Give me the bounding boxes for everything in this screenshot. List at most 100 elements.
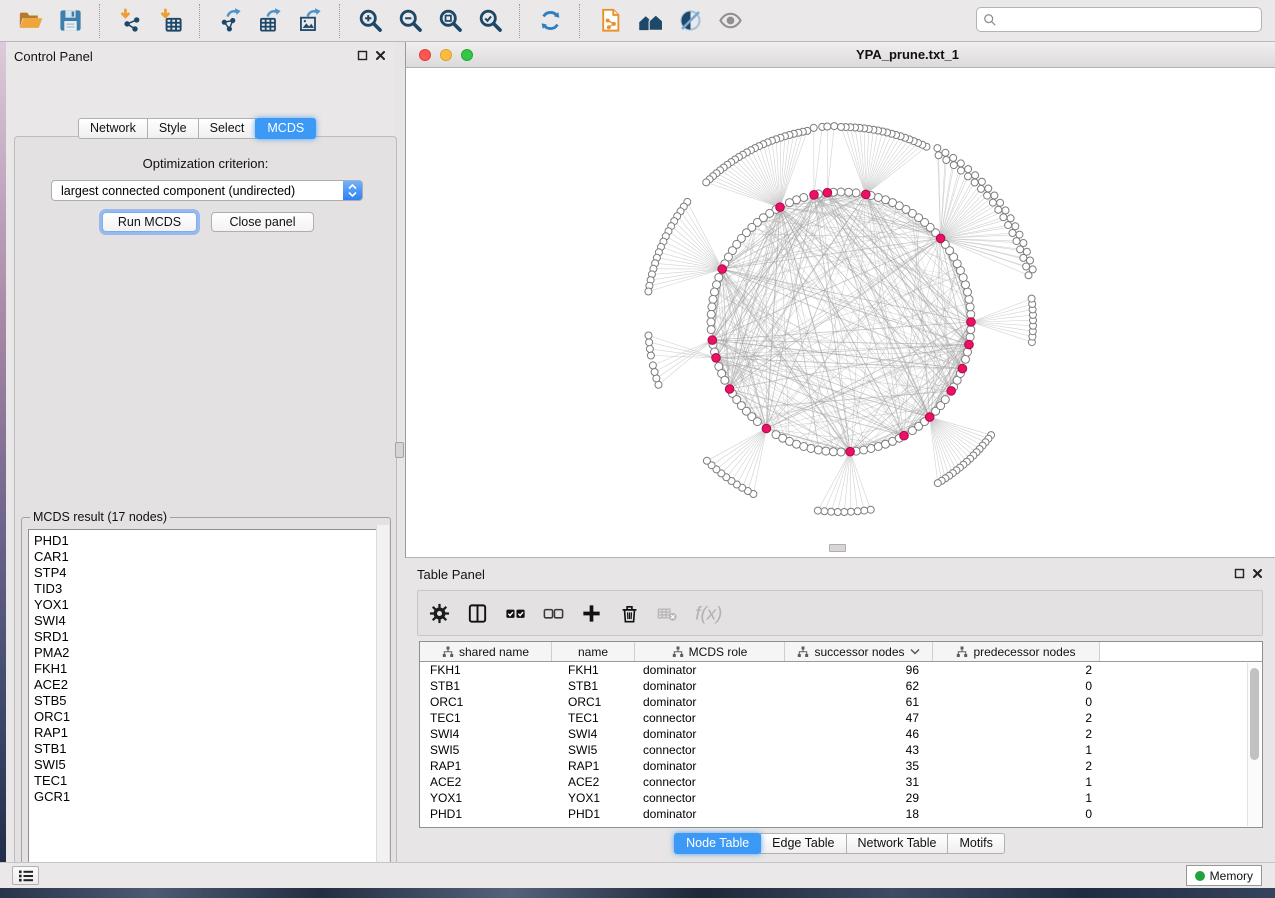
zoom-out-button[interactable] — [392, 3, 428, 39]
network-node[interactable] — [854, 508, 861, 515]
mcds-hub-node[interactable] — [762, 424, 771, 433]
column-header-name[interactable]: name — [552, 642, 635, 661]
network-node[interactable] — [1017, 246, 1024, 253]
network-node[interactable] — [713, 281, 721, 289]
search-input[interactable] — [1002, 12, 1255, 28]
vertical-splitter[interactable] — [395, 42, 405, 862]
table-row[interactable]: STB1STB1dominator620 — [420, 678, 1262, 694]
import-network-button[interactable] — [112, 3, 148, 39]
network-node[interactable] — [814, 507, 821, 514]
network-node[interactable] — [810, 124, 817, 131]
export-network-button[interactable] — [212, 3, 248, 39]
network-node[interactable] — [867, 445, 875, 453]
tab-motifs[interactable]: Motifs — [947, 833, 1004, 854]
network-node[interactable] — [962, 355, 970, 363]
mcds-hub-node[interactable] — [776, 203, 785, 212]
mcds-hub-node[interactable] — [958, 364, 967, 373]
show-details-button[interactable] — [712, 3, 748, 39]
column-header-shared-name[interactable]: shared name — [420, 642, 552, 661]
network-node[interactable] — [800, 443, 808, 451]
save-session-button[interactable] — [52, 3, 88, 39]
network-node[interactable] — [965, 295, 973, 303]
table-settings-button[interactable] — [428, 602, 451, 625]
table-row[interactable]: SWI4SWI4dominator462 — [420, 726, 1262, 742]
network-node[interactable] — [707, 326, 715, 334]
network-node[interactable] — [1000, 214, 1007, 221]
network-node[interactable] — [1007, 215, 1014, 222]
network-node[interactable] — [966, 303, 974, 311]
network-node[interactable] — [821, 508, 828, 515]
network-node[interactable] — [966, 333, 974, 341]
network-node[interactable] — [645, 332, 652, 339]
mcds-result-scrollbar[interactable] — [376, 525, 389, 880]
network-node[interactable] — [997, 199, 1004, 206]
zoom-in-button[interactable] — [352, 3, 388, 39]
network-node[interactable] — [867, 506, 874, 513]
network-node[interactable] — [852, 189, 860, 197]
mcds-result-item[interactable]: TEC1 — [34, 773, 383, 789]
mcds-hub-node[interactable] — [725, 385, 734, 394]
network-node[interactable] — [721, 376, 729, 384]
network-node[interactable] — [651, 369, 658, 376]
network-node[interactable] — [1016, 231, 1023, 238]
network-node[interactable] — [824, 123, 831, 130]
mcds-hub-node[interactable] — [712, 354, 721, 363]
mcds-result-item[interactable]: STB5 — [34, 693, 383, 709]
tab-network[interactable]: Network — [78, 118, 148, 139]
mcds-result-list[interactable]: PHD1CAR1STP4TID3YOX1SWI4SRD1PMA2FKH1ACE2… — [28, 529, 384, 875]
network-node[interactable] — [950, 154, 957, 161]
table-row[interactable]: SWI5SWI5connector431 — [420, 742, 1262, 758]
float-table-panel-icon[interactable] — [1234, 568, 1245, 579]
network-node[interactable] — [841, 509, 848, 516]
memory-button[interactable]: Memory — [1186, 865, 1262, 886]
tab-style[interactable]: Style — [147, 118, 199, 139]
network-node[interactable] — [1023, 248, 1030, 255]
mcds-result-item[interactable]: PMA2 — [34, 645, 383, 661]
network-node[interactable] — [646, 339, 653, 346]
network-node[interactable] — [934, 480, 941, 487]
optimization-criterion-select[interactable]: largest connected component (undirected) — [51, 180, 363, 201]
open-file-button[interactable] — [12, 3, 48, 39]
zoom-selected-button[interactable] — [472, 3, 508, 39]
mcds-hub-node[interactable] — [936, 234, 945, 243]
network-node[interactable] — [1012, 223, 1019, 230]
mcds-result-item[interactable]: YOX1 — [34, 597, 383, 613]
add-column-button[interactable] — [580, 602, 603, 625]
network-node[interactable] — [995, 206, 1002, 213]
mcds-hub-node[interactable] — [965, 340, 974, 349]
zoom-fit-button[interactable] — [432, 3, 468, 39]
network-node[interactable] — [828, 508, 835, 515]
table-scrollbar-thumb[interactable] — [1250, 668, 1259, 760]
network-node[interactable] — [1009, 230, 1016, 237]
mcds-result-item[interactable]: PHD1 — [34, 533, 383, 549]
mcds-hub-node[interactable] — [925, 413, 934, 422]
delete-column-button[interactable] — [618, 602, 641, 625]
network-node[interactable] — [831, 123, 838, 130]
select-all-button[interactable] — [504, 602, 527, 625]
mcds-hub-node[interactable] — [967, 318, 976, 327]
network-node[interactable] — [645, 288, 652, 295]
tab-select[interactable]: Select — [198, 118, 257, 139]
network-from-file-button[interactable] — [592, 3, 628, 39]
network-node[interactable] — [874, 194, 882, 202]
network-node[interactable] — [942, 149, 949, 156]
network-node[interactable] — [971, 179, 978, 186]
network-node[interactable] — [965, 166, 972, 173]
tab-node-table[interactable]: Node Table — [674, 833, 761, 854]
close-panel-icon[interactable] — [375, 50, 386, 61]
network-node[interactable] — [991, 192, 998, 199]
network-node[interactable] — [707, 318, 715, 326]
network-node[interactable] — [967, 326, 975, 334]
network-node[interactable] — [786, 199, 794, 207]
network-node[interactable] — [978, 185, 985, 192]
network-node[interactable] — [837, 448, 845, 456]
mcds-hub-node[interactable] — [846, 447, 855, 456]
mcds-result-item[interactable]: FKH1 — [34, 661, 383, 677]
mcds-hub-node[interactable] — [810, 191, 819, 200]
network-node[interactable] — [1027, 257, 1034, 264]
network-node[interactable] — [709, 295, 717, 303]
tab-mcds[interactable]: MCDS — [255, 118, 316, 139]
mcds-hub-node[interactable] — [947, 387, 956, 396]
splitter-grip[interactable] — [395, 442, 404, 458]
table-row[interactable]: YOX1YOX1connector291 — [420, 790, 1262, 806]
